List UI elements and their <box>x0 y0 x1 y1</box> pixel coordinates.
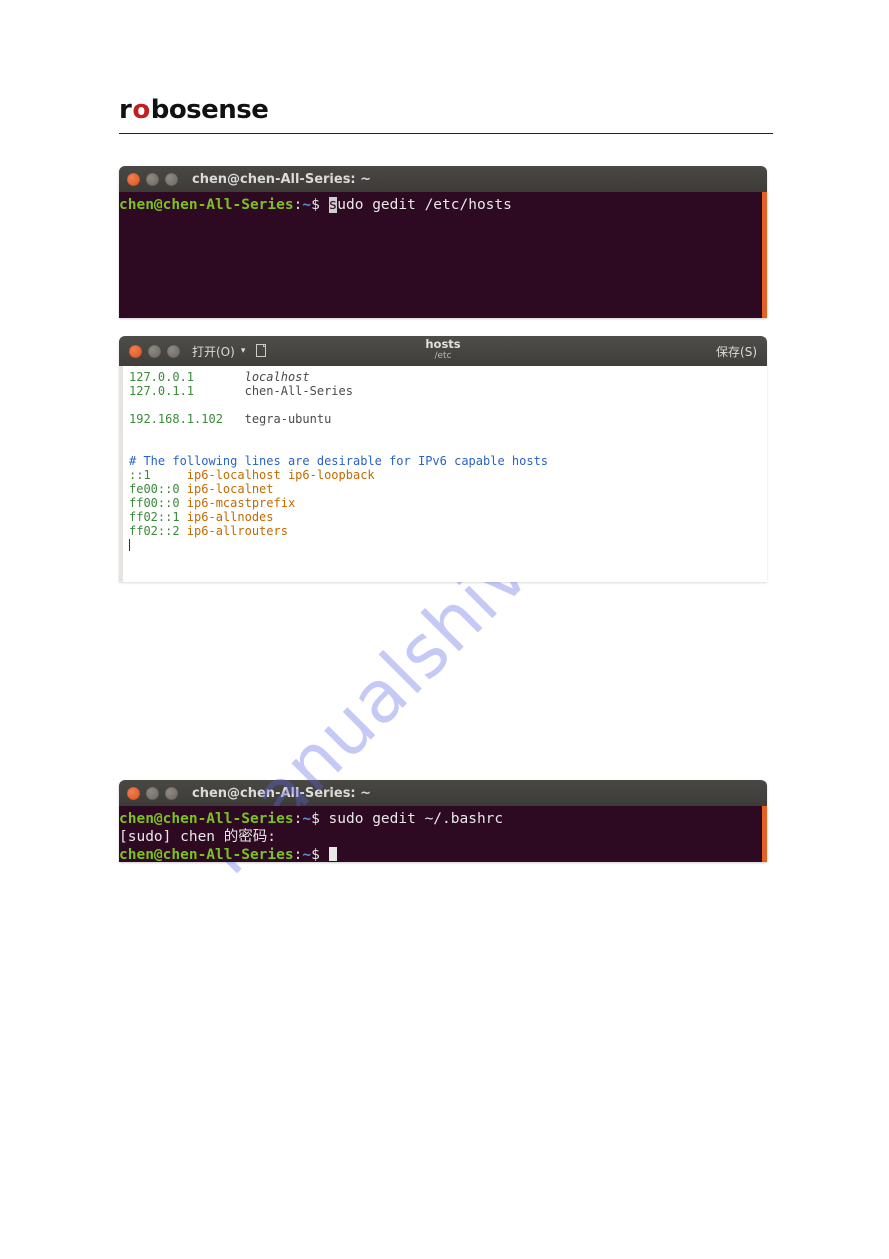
gedit-content: 127.0.0.1 localhost 127.0.1.1 chen-All-S… <box>129 370 761 552</box>
gedit-open-button[interactable]: 打开(O) ▾ <box>192 343 245 360</box>
logo-part-r: r <box>119 95 131 125</box>
terminal-window-2: chen@chen-All-Series: ~ chen@chen-All-Se… <box>119 780 767 862</box>
hosts-l3-host: tegra-ubuntu <box>245 412 332 426</box>
terminal-window-1: chen@chen-All-Series: ~ chen@chen-All-Se… <box>119 166 767 318</box>
cmd-first-char: s <box>329 197 338 213</box>
logo-part-rest: bosense <box>151 95 269 125</box>
gedit-window-buttons <box>129 345 180 358</box>
hosts-l9-host: ip6-allrouters <box>187 524 288 538</box>
terminal-cursor <box>329 847 337 861</box>
maximize-icon[interactable] <box>165 173 178 186</box>
terminal1-title: chen@chen-All-Series: ~ <box>192 172 371 187</box>
new-document-icon[interactable] <box>255 344 269 358</box>
minimize-icon[interactable] <box>148 345 161 358</box>
dropdown-icon: ▾ <box>241 346 246 356</box>
close-icon[interactable] <box>127 173 140 186</box>
hosts-l8-host: ip6-allnodes <box>187 510 274 524</box>
terminal1-window-buttons <box>127 173 178 186</box>
maximize-icon[interactable] <box>165 787 178 800</box>
hosts-l5-host2: ip6-loopback <box>288 468 375 482</box>
hosts-l1-host: localhost <box>245 370 310 384</box>
gedit-header: 打开(O) ▾ hosts /etc 保存(S) <box>119 336 767 366</box>
hosts-l6-host: ip6-localnet <box>187 482 274 496</box>
logo-part-o: o <box>132 95 149 125</box>
document-page: manualshive.com robosense chen@chen-All-… <box>0 0 889 1259</box>
hosts-l2-ip: 127.0.1.1 <box>129 384 194 398</box>
gedit-filename: hosts <box>425 338 460 350</box>
gedit-body[interactable]: 127.0.0.1 localhost 127.0.1.1 chen-All-S… <box>119 366 767 582</box>
prompt-path: ~ <box>302 811 311 827</box>
hosts-l3-ip: 192.168.1.102 <box>129 412 223 426</box>
hosts-l9-ip: ff02::2 <box>129 524 187 538</box>
prompt-userhost: chen@chen-All-Series <box>119 811 294 827</box>
pad <box>281 468 288 482</box>
cmd-bashrc: sudo gedit ~/.bashrc <box>329 811 504 827</box>
terminal2-body[interactable]: chen@chen-All-Series:~$ sudo gedit ~/.ba… <box>119 806 767 862</box>
hosts-l7-host: ip6-mcastprefix <box>187 496 295 510</box>
cmd-rest: udo gedit /etc/hosts <box>337 197 512 213</box>
hosts-l7-ip: ff00::0 <box>129 496 187 510</box>
gedit-open-label: 打开(O) <box>192 343 235 360</box>
terminal2-titlebar: chen@chen-All-Series: ~ <box>119 780 767 806</box>
terminal2-content: chen@chen-All-Series:~$ sudo gedit ~/.ba… <box>119 810 761 862</box>
gedit-filepath: /etc <box>425 350 460 362</box>
prompt-path: ~ <box>302 197 311 213</box>
prompt-dollar: $ <box>311 811 328 827</box>
terminal1-line: chen@chen-All-Series:~$ sudo gedit /etc/… <box>119 196 761 214</box>
close-icon[interactable] <box>127 787 140 800</box>
prompt-path: ~ <box>302 847 311 862</box>
hosts-l1-ip: 127.0.0.1 <box>129 370 194 384</box>
minimize-icon[interactable] <box>146 173 159 186</box>
gedit-window: 打开(O) ▾ hosts /etc 保存(S) 127.0.0.1 local… <box>119 336 767 582</box>
robosense-logo: robosense <box>119 95 773 125</box>
prompt-dollar: $ <box>311 847 328 862</box>
close-icon[interactable] <box>129 345 142 358</box>
terminal2-scrollbar[interactable] <box>762 806 767 862</box>
terminal1-titlebar: chen@chen-All-Series: ~ <box>119 166 767 192</box>
terminal2-title: chen@chen-All-Series: ~ <box>192 786 371 801</box>
terminal1-scrollbar[interactable] <box>762 192 767 318</box>
pad <box>194 370 245 384</box>
prompt-userhost: chen@chen-All-Series <box>119 197 294 213</box>
hosts-l5-ip: ::1 <box>129 468 187 482</box>
minimize-icon[interactable] <box>146 787 159 800</box>
pad <box>223 412 245 426</box>
pad <box>194 384 245 398</box>
prompt-userhost: chen@chen-All-Series <box>119 847 294 862</box>
hosts-comment: # The following lines are desirable for … <box>129 454 548 468</box>
terminal2-window-buttons <box>127 787 178 800</box>
vertical-spacer <box>119 582 773 762</box>
gedit-title: hosts /etc <box>425 338 460 362</box>
gedit-caret <box>129 539 130 551</box>
hosts-l6-ip: fe00::0 <box>129 482 187 496</box>
sudo-password-line: [sudo] chen 的密码: <box>119 829 276 845</box>
hosts-l8-ip: ff02::1 <box>129 510 187 524</box>
hosts-l5-host1: ip6-localhost <box>187 468 281 482</box>
hosts-l2-host: chen-All-Series <box>245 384 353 398</box>
prompt-dollar: $ <box>311 197 328 213</box>
gedit-save-button[interactable]: 保存(S) <box>716 343 757 360</box>
maximize-icon[interactable] <box>167 345 180 358</box>
terminal1-body[interactable]: chen@chen-All-Series:~$ sudo gedit /etc/… <box>119 192 767 318</box>
